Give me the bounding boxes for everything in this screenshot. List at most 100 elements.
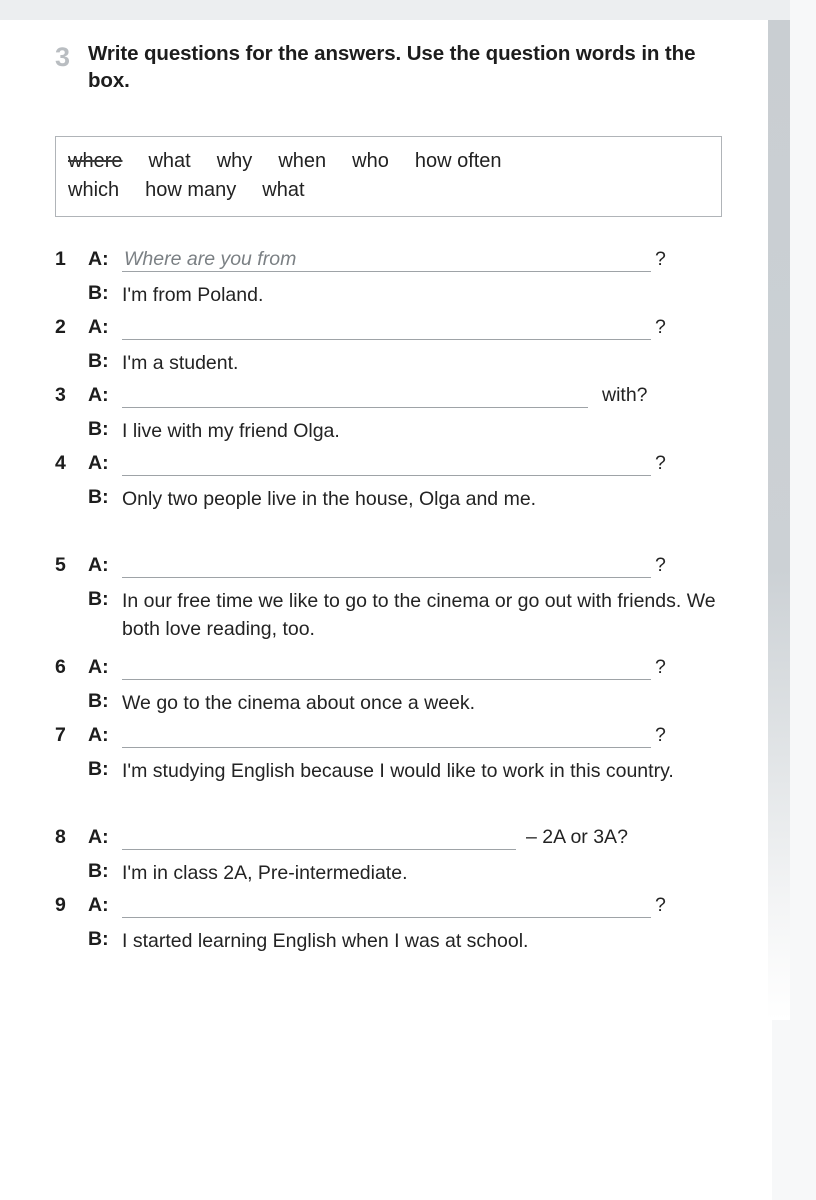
answer-text: I'm a student. bbox=[122, 352, 239, 374]
speaker-label-a: A: bbox=[88, 248, 109, 270]
answer-blank-row: with? bbox=[122, 384, 745, 414]
write-in-blank[interactable] bbox=[122, 339, 651, 340]
speaker-label-b: B: bbox=[88, 928, 109, 950]
speaker-label-b: B: bbox=[88, 690, 109, 712]
question-word-used[interactable]: where bbox=[68, 150, 122, 172]
answer-text: I'm from Poland. bbox=[122, 284, 264, 306]
question-word[interactable]: what bbox=[148, 150, 190, 172]
answer-line: B: I'm from Poland. bbox=[55, 282, 745, 316]
item-number: 8 bbox=[55, 826, 66, 848]
speaker-label-b: B: bbox=[88, 588, 109, 610]
answer-blank-row: ? bbox=[122, 452, 745, 482]
question-line-tail: with? bbox=[602, 384, 648, 406]
item-number: 7 bbox=[55, 724, 66, 746]
question-line-tail: ? bbox=[655, 724, 666, 746]
speaker-label-a: A: bbox=[88, 826, 109, 848]
page-outer-margin bbox=[790, 0, 816, 1200]
question-line: 5 A:? bbox=[55, 554, 745, 588]
question-line: 3 A: with? bbox=[55, 384, 745, 418]
answer-blank-row: Where are you from? bbox=[122, 248, 745, 278]
word-box-row: which how many what bbox=[68, 176, 709, 205]
answer-text: We go to the cinema about once a week. bbox=[122, 692, 476, 714]
question-line-tail: ? bbox=[655, 452, 666, 474]
write-in-blank[interactable] bbox=[122, 849, 516, 850]
speaker-label-b: B: bbox=[88, 486, 109, 508]
item-number: 5 bbox=[55, 554, 66, 576]
speaker-label-a: A: bbox=[88, 724, 109, 746]
question-line-tail: ? bbox=[655, 656, 666, 678]
answer-blank-row: ? bbox=[122, 554, 745, 584]
write-in-blank[interactable] bbox=[122, 271, 651, 272]
answer-text: Only two people live in the house, Olga … bbox=[122, 488, 537, 510]
answer-line: B: I'm in class 2A, Pre-intermediate. bbox=[55, 860, 745, 894]
speaker-label-a: A: bbox=[88, 894, 109, 916]
question-line-tail: ? bbox=[655, 316, 666, 338]
answer-line: B: We go to the cinema about once a week. bbox=[55, 690, 745, 724]
question-line-tail: ? bbox=[655, 554, 666, 576]
write-in-blank[interactable] bbox=[122, 577, 651, 578]
speaker-label-b: B: bbox=[88, 758, 109, 780]
answer-blank-row: ? bbox=[122, 724, 745, 754]
write-in-blank[interactable] bbox=[122, 917, 651, 918]
write-in-blank[interactable] bbox=[122, 679, 651, 680]
exercise-number: 3 bbox=[55, 42, 71, 72]
question-word[interactable]: who bbox=[352, 150, 389, 172]
write-in-blank[interactable] bbox=[122, 475, 651, 476]
answer-text: I'm in class 2A, Pre-intermediate. bbox=[122, 862, 408, 884]
answer-line: B: I'm studying English because I would l… bbox=[55, 758, 745, 826]
exercise-instruction: Write questions for the answers. Use the… bbox=[88, 42, 696, 93]
example-answer-text: Where are you from bbox=[124, 248, 297, 270]
answer-blank-row: ? bbox=[122, 316, 745, 346]
speaker-label-b: B: bbox=[88, 418, 109, 440]
speaker-label-b: B: bbox=[88, 350, 109, 372]
answer-blank-row: – 2A or 3A? bbox=[122, 826, 745, 856]
answer-line: B: I'm a student. bbox=[55, 350, 745, 384]
page-gutter-shadow bbox=[768, 20, 790, 1020]
question-line: 9 A:? bbox=[55, 894, 745, 928]
answer-line: B: In our free time we like to go to the … bbox=[55, 588, 745, 656]
item-number: 1 bbox=[55, 248, 66, 270]
question-line: 1 A: Where are you from? bbox=[55, 248, 745, 282]
question-word[interactable]: what bbox=[262, 179, 304, 201]
exercise-header: 3 Write questions for the answers. Use t… bbox=[55, 40, 735, 95]
item-number: 4 bbox=[55, 452, 66, 474]
question-word[interactable]: why bbox=[217, 150, 253, 172]
answer-line: B: I live with my friend Olga. bbox=[55, 418, 745, 452]
question-line: 8 A: – 2A or 3A? bbox=[55, 826, 745, 860]
speaker-label-a: A: bbox=[88, 656, 109, 678]
item-number: 3 bbox=[55, 384, 66, 406]
answer-blank-row: ? bbox=[122, 894, 745, 924]
answer-line: B: I started learning English when I was … bbox=[55, 928, 745, 996]
question-line: 4 A:? bbox=[55, 452, 745, 486]
write-in-blank[interactable] bbox=[122, 747, 651, 748]
question-line-tail: ? bbox=[655, 894, 666, 916]
answer-text: In our free time we like to go to the ci… bbox=[122, 590, 716, 640]
speaker-label-a: A: bbox=[88, 384, 109, 406]
answer-line: B: Only two people live in the house, Olg… bbox=[55, 486, 745, 554]
write-in-blank[interactable] bbox=[122, 407, 588, 408]
question-line-tail: – 2A or 3A? bbox=[526, 826, 628, 848]
speaker-label-b: B: bbox=[88, 860, 109, 882]
speaker-label-a: A: bbox=[88, 452, 109, 474]
speaker-label-b: B: bbox=[88, 282, 109, 304]
question-line: 7 A:? bbox=[55, 724, 745, 758]
question-word[interactable]: how often bbox=[415, 150, 502, 172]
answer-text: I started learning English when I was at… bbox=[122, 930, 529, 952]
speaker-label-a: A: bbox=[88, 554, 109, 576]
word-box-row: where what why when who how often bbox=[68, 147, 709, 176]
answer-text: I'm studying English because I would lik… bbox=[122, 760, 674, 782]
question-word[interactable]: when bbox=[278, 150, 326, 172]
question-line-tail: ? bbox=[655, 248, 666, 270]
answer-blank-row: ? bbox=[122, 656, 745, 686]
question-line: 2 A:? bbox=[55, 316, 745, 350]
question-word[interactable]: how many bbox=[145, 179, 236, 201]
item-number: 9 bbox=[55, 894, 66, 916]
speaker-label-a: A: bbox=[88, 316, 109, 338]
page-top-band bbox=[0, 0, 816, 20]
item-number: 6 bbox=[55, 656, 66, 678]
exercise-items-list: 1 A: Where are you from? B: I'm from Poland.… bbox=[55, 248, 745, 996]
question-word[interactable]: which bbox=[68, 179, 119, 201]
answer-text: I live with my friend Olga. bbox=[122, 420, 340, 442]
question-line: 6 A:? bbox=[55, 656, 745, 690]
question-words-box: where what why when who how often which how man… bbox=[55, 136, 722, 217]
